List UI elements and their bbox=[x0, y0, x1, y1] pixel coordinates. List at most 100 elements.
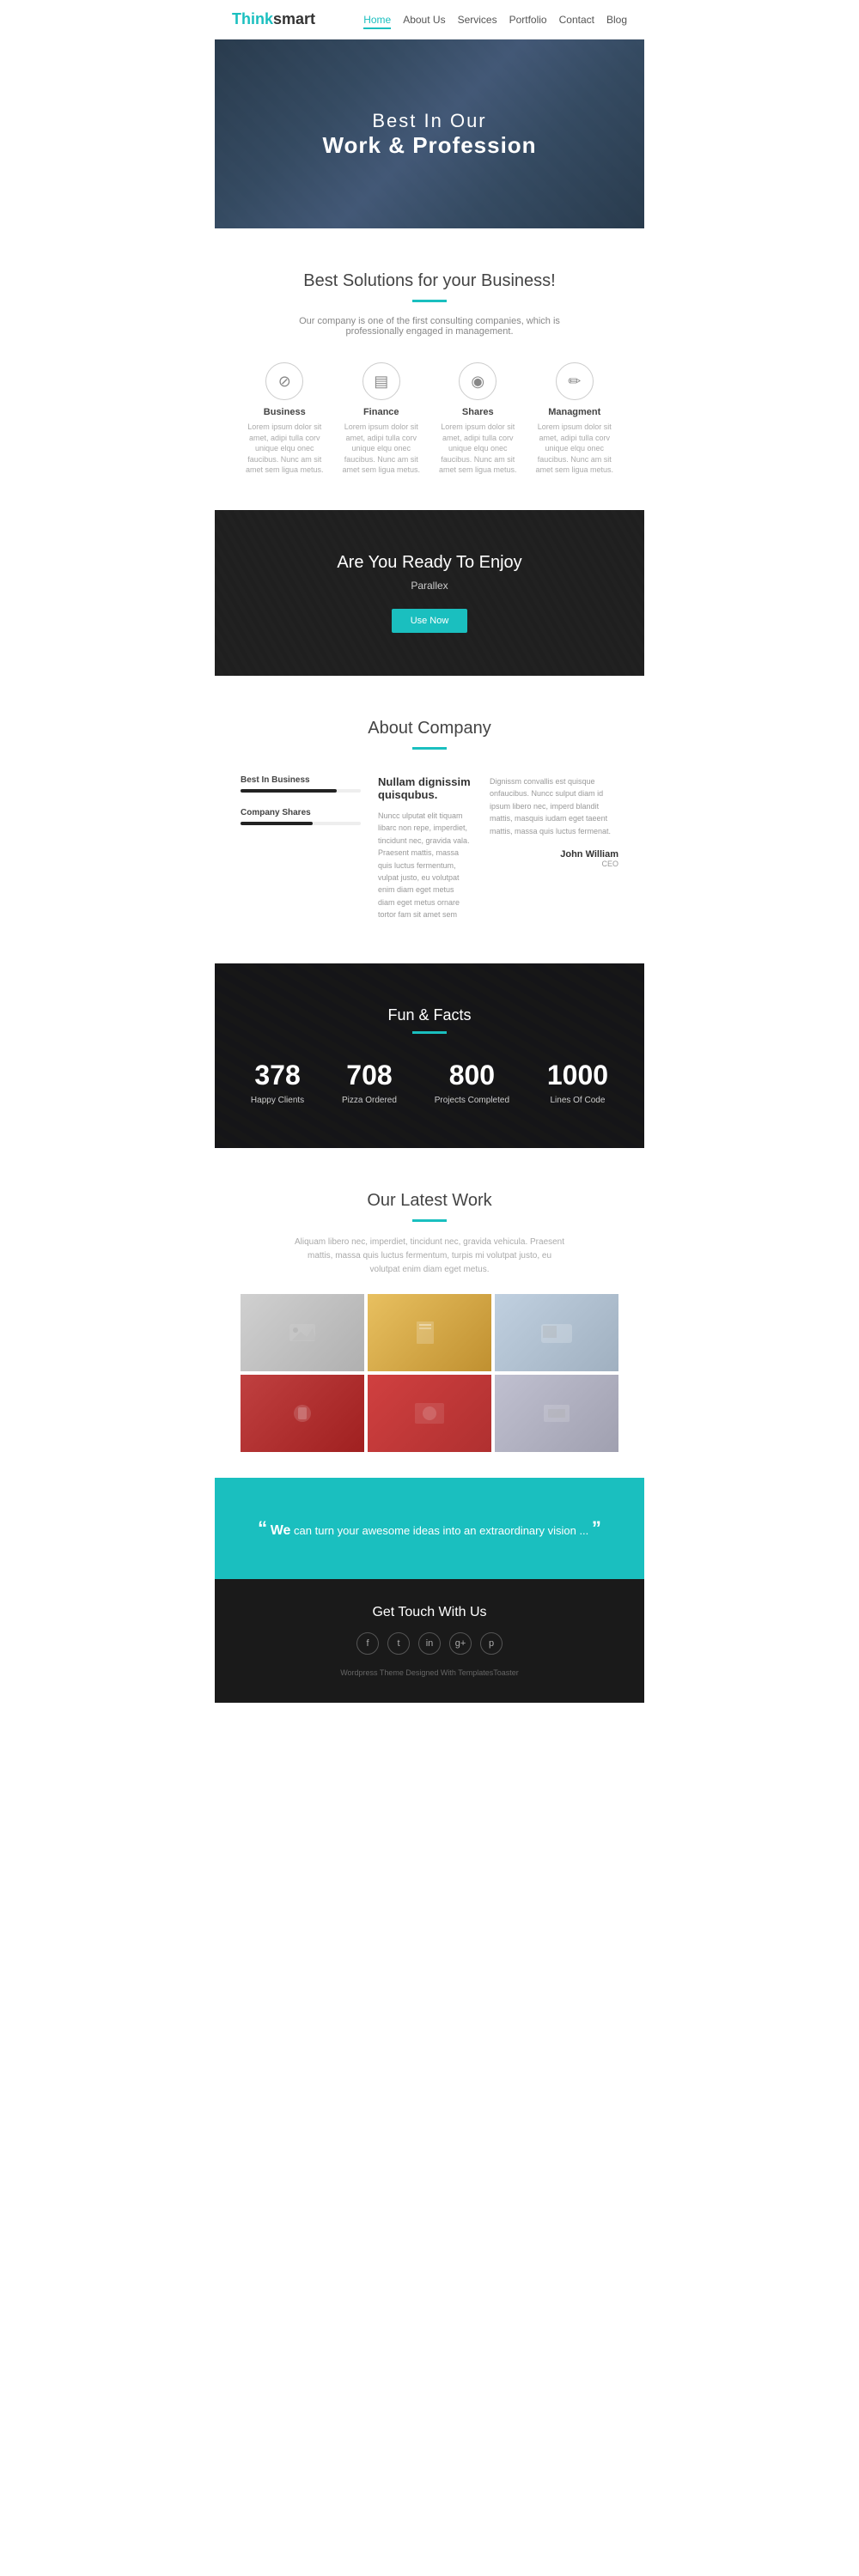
fact-clients-number: 378 bbox=[251, 1060, 304, 1091]
brand-logo[interactable]: Thinksmart bbox=[232, 10, 315, 28]
work-item-bg-4 bbox=[241, 1375, 364, 1452]
social-twitter[interactable]: t bbox=[387, 1632, 410, 1655]
features-grid: ⊘ Business Lorem ipsum dolor sit amet, a… bbox=[241, 362, 618, 476]
feature-finance: ▤ Finance Lorem ipsum dolor sit amet, ad… bbox=[338, 362, 426, 476]
management-icon: ✏ bbox=[556, 362, 594, 400]
fact-clients-label: Happy Clients bbox=[251, 1096, 304, 1105]
parallex-subtext: Parallex bbox=[232, 580, 627, 592]
about-right-text: Dignissm convallis est quisque onfaucibu… bbox=[490, 775, 618, 921]
shares-icon: ◉ bbox=[459, 362, 497, 400]
footer-note: Wordpress Theme Designed With TemplatesT… bbox=[232, 1668, 627, 1677]
nav-portfolio[interactable]: Portfolio bbox=[509, 12, 547, 27]
work-divider bbox=[412, 1219, 447, 1222]
work-item-bg-2 bbox=[368, 1294, 491, 1371]
social-linkedin[interactable]: in bbox=[418, 1632, 441, 1655]
work-item-bg-3 bbox=[495, 1294, 618, 1371]
testimonial-we: We bbox=[271, 1523, 291, 1538]
hero-line1: Best In Our bbox=[322, 110, 536, 132]
feature-shares-desc: Lorem ipsum dolor sit amet, adipi tulla … bbox=[434, 422, 522, 476]
hero-section: Best In Our Work & Profession bbox=[215, 39, 644, 228]
brand-think: Think bbox=[232, 10, 273, 27]
solutions-section: Best Solutions for your Business! Our co… bbox=[215, 228, 644, 510]
solutions-heading: Best Solutions for your Business! bbox=[241, 271, 618, 291]
feature-finance-desc: Lorem ipsum dolor sit amet, adipi tulla … bbox=[338, 422, 426, 476]
parallex-section: Are You Ready To Enjoy Parallex Use Now bbox=[215, 510, 644, 676]
work-item-5[interactable] bbox=[368, 1375, 491, 1452]
feature-management-desc: Lorem ipsum dolor sit amet, adipi tulla … bbox=[531, 422, 619, 476]
about-section: About Company Best In Business Company S… bbox=[215, 676, 644, 964]
work-item-4[interactable] bbox=[241, 1375, 364, 1452]
hero-content: Best In Our Work & Profession bbox=[322, 110, 536, 159]
work-item-6[interactable] bbox=[495, 1375, 618, 1452]
social-icons: f t in g+ p bbox=[232, 1632, 627, 1655]
bar-shares: Company Shares bbox=[241, 808, 361, 825]
touch-section: Get Touch With Us f t in g+ p Wordpress … bbox=[215, 1579, 644, 1703]
fact-projects-number: 800 bbox=[435, 1060, 509, 1091]
facts-grid: 378 Happy Clients 708 Pizza Ordered 800 … bbox=[232, 1060, 627, 1105]
fact-pizza: 708 Pizza Ordered bbox=[342, 1060, 397, 1105]
solutions-divider bbox=[412, 300, 447, 302]
work-heading: Our Latest Work bbox=[241, 1191, 618, 1211]
solutions-subtitle: Our company is one of the first consulti… bbox=[292, 316, 567, 337]
bar-business-label: Best In Business bbox=[241, 775, 361, 785]
testimonial-quote: “ We can turn your awesome ideas into an… bbox=[249, 1512, 610, 1544]
fact-projects: 800 Projects Completed bbox=[435, 1060, 509, 1105]
fact-pizza-number: 708 bbox=[342, 1060, 397, 1091]
bar-shares-track bbox=[241, 822, 361, 825]
nav-contact[interactable]: Contact bbox=[559, 12, 594, 27]
about-center-body: Nuncc ulputat elit tiquam libarc non rep… bbox=[378, 810, 472, 921]
bar-business-fill bbox=[241, 789, 337, 793]
work-item-bg-6 bbox=[495, 1375, 618, 1452]
work-grid bbox=[241, 1294, 618, 1452]
about-bars: Best In Business Company Shares bbox=[241, 775, 361, 921]
work-subtitle: Aliquam libero nec, imperdiet, tincidunt… bbox=[292, 1236, 567, 1277]
facts-divider bbox=[412, 1031, 447, 1034]
navbar: Thinksmart Home About Us Services Portfo… bbox=[215, 0, 644, 39]
work-item-3[interactable] bbox=[495, 1294, 618, 1371]
social-pinterest[interactable]: p bbox=[480, 1632, 503, 1655]
quote-open: “ bbox=[258, 1517, 267, 1539]
author-title: CEO bbox=[490, 860, 618, 868]
work-item-1[interactable] bbox=[241, 1294, 364, 1371]
about-right-body: Dignissm convallis est quisque onfaucibu… bbox=[490, 775, 618, 837]
feature-shares: ◉ Shares Lorem ipsum dolor sit amet, adi… bbox=[434, 362, 522, 476]
parallex-heading: Are You Ready To Enjoy bbox=[232, 553, 627, 573]
brand-smart: smart bbox=[273, 10, 315, 27]
bar-business-track bbox=[241, 789, 361, 793]
feature-shares-title: Shares bbox=[434, 407, 522, 417]
about-author: John William CEO bbox=[490, 849, 618, 868]
bar-business: Best In Business bbox=[241, 775, 361, 793]
hero-line2: Work & Profession bbox=[322, 132, 536, 159]
social-facebook[interactable]: f bbox=[356, 1632, 379, 1655]
feature-business-desc: Lorem ipsum dolor sit amet, adipi tulla … bbox=[241, 422, 329, 476]
nav-home[interactable]: Home bbox=[363, 12, 391, 27]
bar-shares-fill bbox=[241, 822, 313, 825]
feature-business: ⊘ Business Lorem ipsum dolor sit amet, a… bbox=[241, 362, 329, 476]
about-content: Best In Business Company Shares Nullam d… bbox=[241, 775, 618, 921]
touch-heading: Get Touch With Us bbox=[232, 1605, 627, 1620]
facts-section: Fun & Facts 378 Happy Clients 708 Pizza … bbox=[215, 963, 644, 1148]
feature-management-title: Managment bbox=[531, 407, 619, 417]
fact-code: 1000 Lines Of Code bbox=[547, 1060, 608, 1105]
use-now-button[interactable]: Use Now bbox=[392, 609, 468, 633]
facts-heading: Fun & Facts bbox=[232, 1006, 627, 1024]
fact-pizza-label: Pizza Ordered bbox=[342, 1096, 397, 1105]
finance-icon: ▤ bbox=[362, 362, 400, 400]
fact-clients: 378 Happy Clients bbox=[251, 1060, 304, 1105]
author-name: John William bbox=[490, 849, 618, 860]
social-googleplus[interactable]: g+ bbox=[449, 1632, 472, 1655]
feature-finance-title: Finance bbox=[338, 407, 426, 417]
about-center-text: Nullam dignissim quisqubus. Nuncc ulputa… bbox=[378, 775, 472, 921]
fact-projects-label: Projects Completed bbox=[435, 1096, 509, 1105]
nav-blog[interactable]: Blog bbox=[606, 12, 627, 27]
nav-menu: Home About Us Services Portfolio Contact… bbox=[363, 12, 627, 27]
bar-shares-label: Company Shares bbox=[241, 808, 361, 817]
feature-management: ✏ Managment Lorem ipsum dolor sit amet, … bbox=[531, 362, 619, 476]
about-heading: About Company bbox=[241, 719, 618, 738]
quote-close: ” bbox=[592, 1517, 601, 1539]
work-item-2[interactable] bbox=[368, 1294, 491, 1371]
work-item-bg-1 bbox=[241, 1294, 364, 1371]
nav-about[interactable]: About Us bbox=[403, 12, 445, 27]
nav-services[interactable]: Services bbox=[458, 12, 497, 27]
fact-code-label: Lines Of Code bbox=[547, 1096, 608, 1105]
